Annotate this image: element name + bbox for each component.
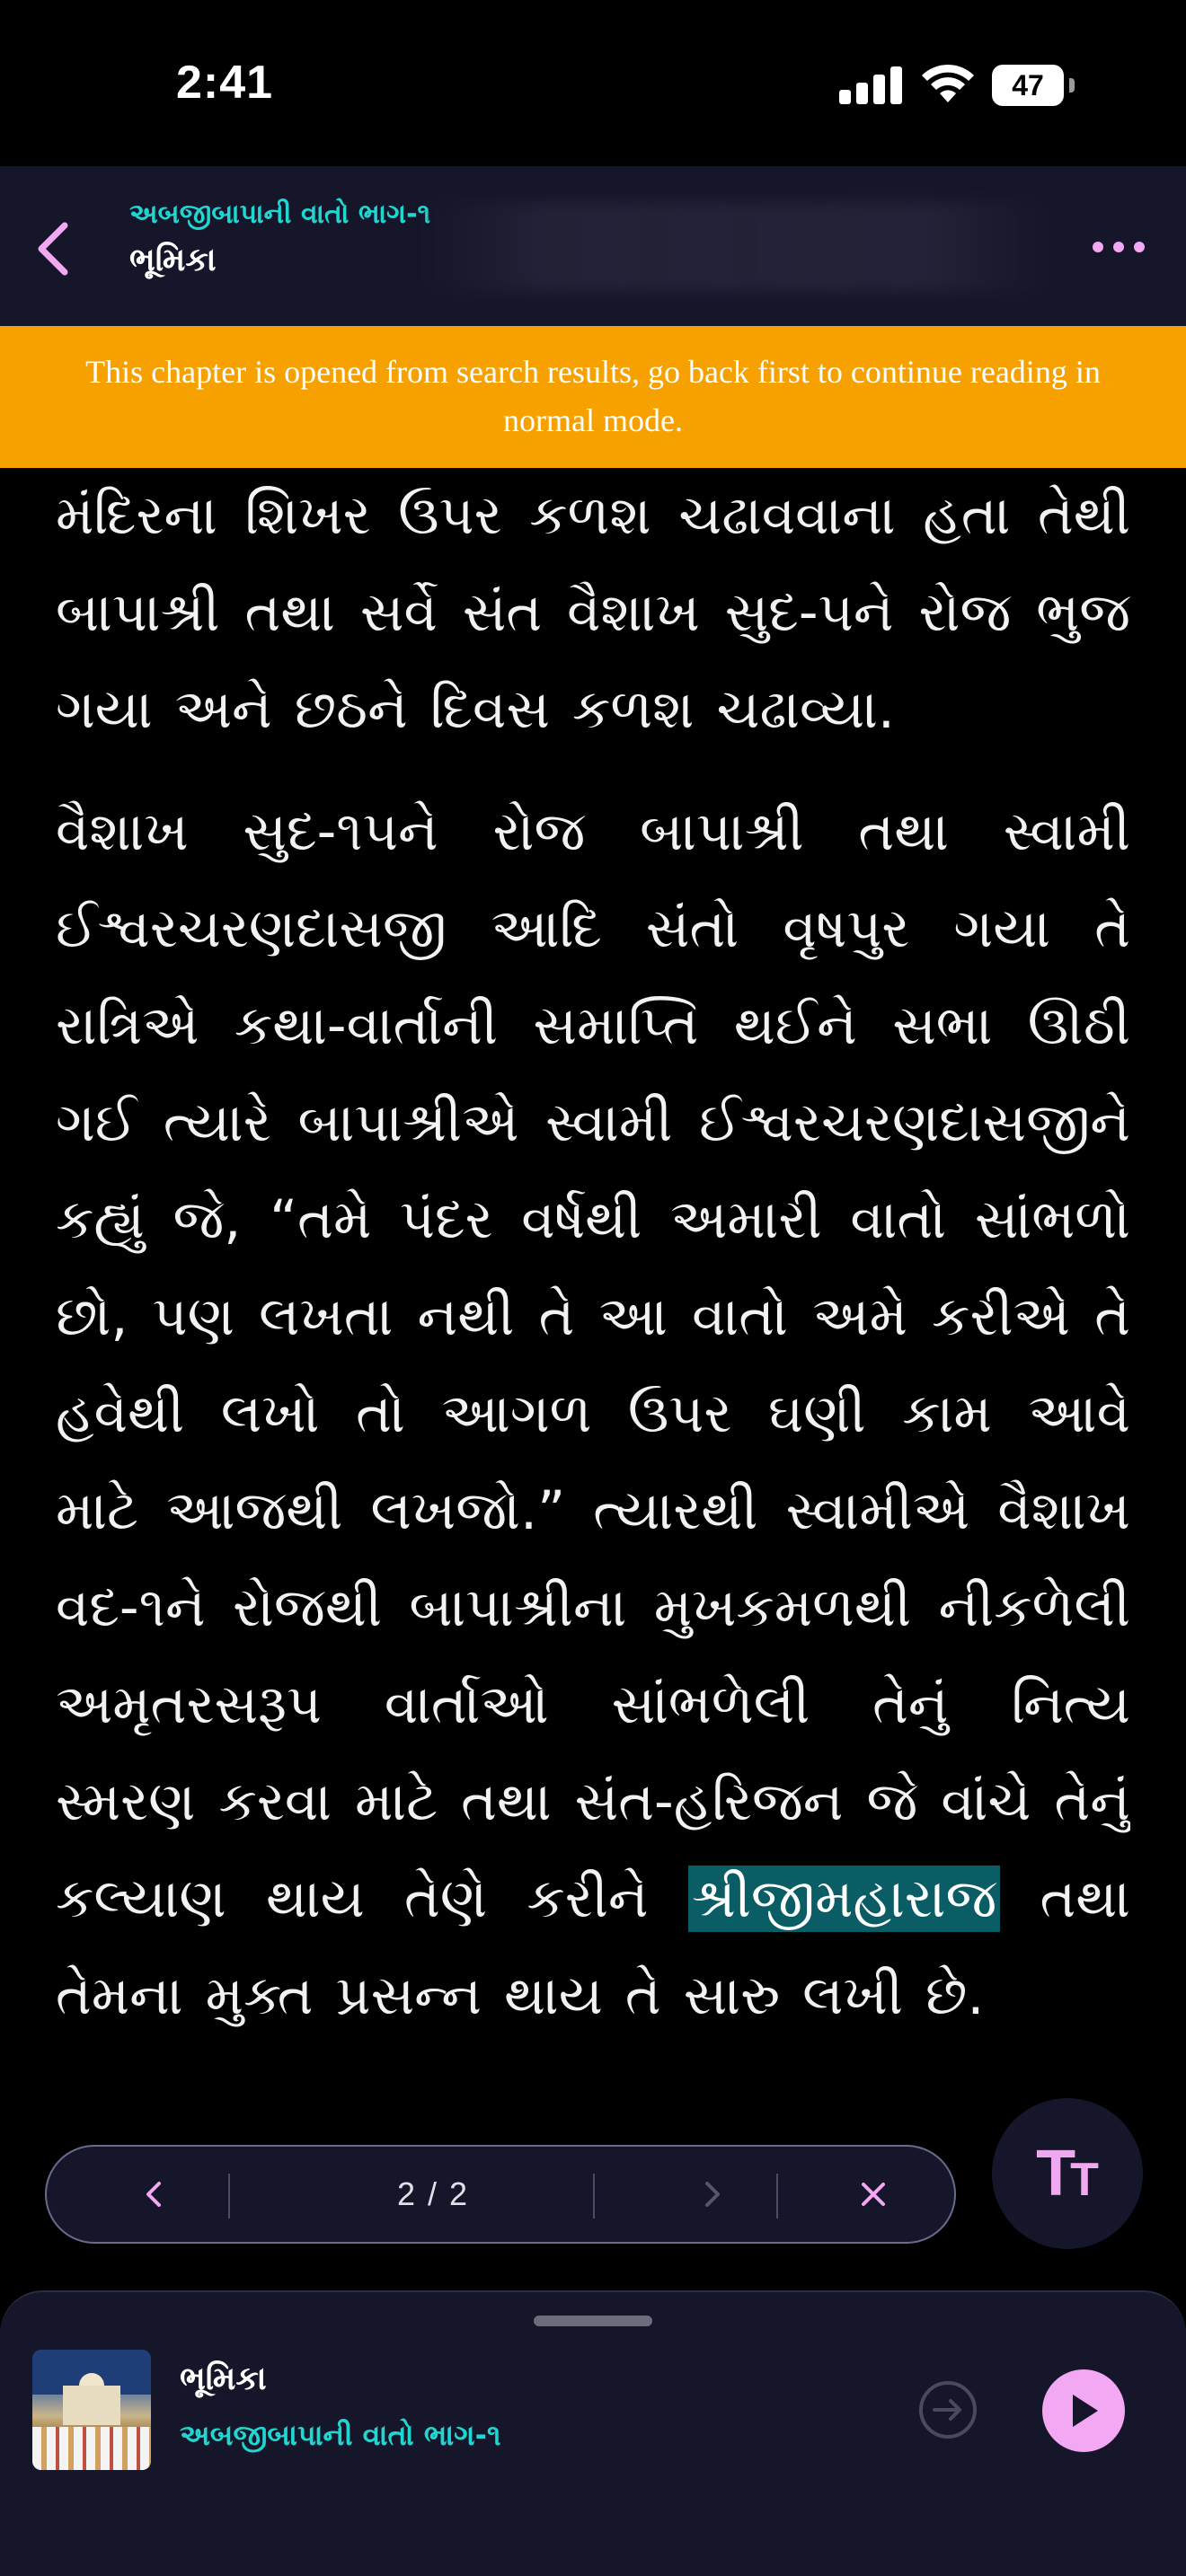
status-bar: 2:41 47	[0, 0, 1186, 166]
skip-forward-icon[interactable]	[916, 2378, 979, 2441]
battery-level: 47	[992, 65, 1064, 106]
text-size-icon: TT	[1036, 2138, 1099, 2210]
drag-handle[interactable]	[534, 2316, 652, 2326]
paragraph: વૈશાખ સુદ-૧૫ને રોજ બાપાશ્રી તથા સ્વામી ઈ…	[56, 783, 1130, 2039]
battery-icon: 47	[992, 65, 1075, 106]
chevron-left-icon	[146, 2182, 161, 2207]
chapter-title: ભૂમિકા	[129, 242, 217, 278]
play-button[interactable]	[1042, 2369, 1125, 2452]
previous-result-button[interactable]	[83, 2147, 226, 2242]
next-result-button[interactable]	[622, 2147, 801, 2242]
wifi-icon	[922, 64, 974, 102]
search-highlight: શ્રીજીમહારાજ	[687, 1866, 1001, 1932]
paragraph: મંદિરના શિખર ઉપર કળશ ચઢાવવાના હતા તેથી બ…	[56, 484, 1130, 741]
text-size-button[interactable]: TT	[992, 2098, 1143, 2249]
mini-player[interactable]: ભૂમિકા અબજીબાપાની વાતો ભાગ-૧	[0, 2290, 1186, 2576]
player-subtitle: અબજીબાપાની વાતો ભાગ-૧	[180, 2418, 501, 2452]
cellular-signal-icon	[839, 65, 902, 104]
status-time: 2:41	[176, 57, 274, 109]
result-counter: 2 / 2	[396, 2175, 470, 2212]
search-result-navigator: 2 / 2	[45, 2145, 956, 2244]
search-mode-banner: This chapter is opened from search resul…	[0, 326, 1186, 468]
back-button[interactable]	[18, 213, 90, 285]
close-search-button[interactable]	[819, 2147, 927, 2242]
chevron-right-icon	[705, 2182, 720, 2207]
album-art	[32, 2350, 151, 2470]
more-options-icon[interactable]	[1087, 229, 1150, 265]
player-title: ભૂમિકા	[180, 2360, 267, 2397]
paragraph-text: વૈશાખ સુદ-૧૫ને રોજ બાપાશ્રી તથા સ્વામી ઈ…	[56, 800, 1130, 1930]
header-blurred-area	[422, 202, 1051, 292]
reader-header: અબજીબાપાની વાતો ભાગ-૧ ભૂમિકા	[0, 166, 1186, 326]
close-icon	[862, 2183, 885, 2206]
chapter-content: મંદિરના શિખર ઉપર કળશ ચઢાવવાના હતા તેથી બ…	[56, 467, 1130, 2039]
book-title: અબજીબાપાની વાતો ભાગ-૧	[129, 198, 431, 230]
play-icon	[1073, 2395, 1098, 2427]
